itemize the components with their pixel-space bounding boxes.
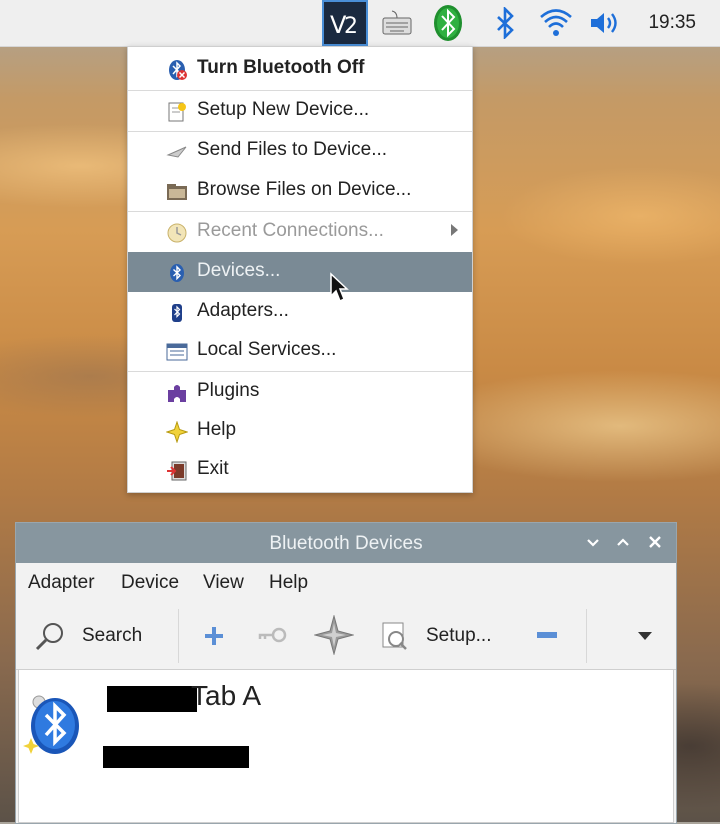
device-row[interactable]: Tab A — [19, 670, 673, 770]
keyboard-icon[interactable] — [378, 0, 416, 46]
window-titlebar[interactable]: Bluetooth Devices — [16, 523, 676, 563]
redacted-device-info — [103, 746, 249, 768]
menu-item-label: Browse Files on Device... — [197, 179, 412, 200]
clock[interactable]: 19:35 — [648, 0, 696, 46]
toolbar-separator — [586, 609, 587, 663]
menu-help[interactable]: Help — [269, 572, 308, 594]
menu-adapter[interactable]: Adapter — [28, 572, 95, 594]
exit-icon — [166, 460, 188, 482]
plus-icon — [205, 627, 223, 645]
menu-item-adapters[interactable]: Adapters... — [128, 292, 472, 332]
menu-item-setup-new-device[interactable]: Setup New Device... — [128, 91, 472, 131]
toolbar-separator — [178, 609, 179, 663]
bluetooth-icon[interactable] — [488, 0, 522, 46]
bluetooth-small-icon — [166, 262, 188, 284]
setup-device-icon — [166, 101, 188, 123]
toolbar-overflow-button[interactable] — [630, 603, 660, 669]
search-label: Search — [82, 625, 143, 646]
search-button[interactable]: Search — [30, 603, 170, 669]
window-menubar: Adapter Device View Help — [16, 563, 676, 603]
menu-item-send-files[interactable]: Send Files to Device... — [128, 131, 472, 171]
setup-icon — [382, 622, 407, 650]
adapter-icon — [166, 302, 188, 324]
menu-item-local-services[interactable]: Local Services... — [128, 331, 472, 371]
menu-item-label: Local Services... — [197, 339, 337, 360]
key-icon — [258, 627, 287, 643]
menu-item-help[interactable]: Help — [128, 411, 472, 451]
volume-icon[interactable] — [586, 0, 624, 46]
send-files-icon — [166, 141, 188, 163]
menu-item-recent-connections[interactable]: Recent Connections... — [128, 212, 472, 252]
submenu-arrow-icon — [451, 224, 458, 236]
menu-item-label: Recent Connections... — [197, 220, 384, 241]
menu-item-label: Send Files to Device... — [197, 139, 388, 160]
bluetooth-off-icon — [166, 59, 188, 81]
setup-label: Setup... — [426, 625, 492, 646]
menu-item-browse-files[interactable]: Browse Files on Device... — [128, 171, 472, 211]
setup-button[interactable]: Setup... — [378, 603, 528, 669]
menu-item-label: Setup New Device... — [197, 99, 370, 120]
device-list: Tab A — [18, 669, 674, 823]
maximize-button[interactable] — [612, 531, 634, 553]
window-title: Bluetooth Devices — [269, 533, 423, 554]
minimize-button[interactable] — [582, 531, 604, 553]
minus-icon — [537, 632, 557, 638]
top-panel: V2 19:35 — [0, 0, 720, 47]
device-name: Tab A — [191, 680, 262, 711]
remove-device-button[interactable] — [532, 603, 562, 669]
menu-device[interactable]: Device — [121, 572, 179, 594]
menu-item-label: Adapters... — [197, 300, 289, 321]
menu-item-plugins[interactable]: Plugins — [128, 372, 472, 412]
menu-item-devices[interactable]: Devices... — [128, 252, 472, 292]
menu-item-label: Exit — [197, 458, 229, 479]
star-icon — [314, 615, 354, 655]
vnc-icon[interactable]: V2 — [322, 0, 368, 46]
wifi-icon[interactable] — [538, 0, 574, 46]
menu-item-label: Plugins — [197, 380, 260, 401]
plugin-icon — [166, 382, 188, 404]
window-toolbar: Search Setup... — [16, 603, 676, 670]
bluetooth-device-icon — [23, 695, 79, 754]
search-icon — [35, 623, 63, 651]
trust-device-button[interactable] — [310, 603, 358, 669]
add-device-button[interactable] — [198, 603, 232, 669]
bluetooth-tray-icon[interactable] — [430, 0, 466, 46]
svg-text:2: 2 — [344, 14, 358, 39]
menu-item-exit[interactable]: Exit — [128, 450, 472, 490]
close-button[interactable] — [644, 531, 666, 553]
menu-item-label: Help — [197, 419, 237, 440]
folder-icon — [166, 181, 188, 203]
menu-view[interactable]: View — [203, 572, 244, 594]
pair-device-button[interactable] — [254, 603, 290, 669]
bluetooth-context-menu: Turn Bluetooth Off Setup New Device... S… — [127, 46, 473, 493]
bluetooth-devices-window: Bluetooth Devices Adapter Device View He… — [15, 522, 677, 824]
menu-item-turn-bluetooth-off[interactable]: Turn Bluetooth Off — [128, 49, 472, 89]
help-icon — [165, 420, 189, 444]
recent-connections-icon — [166, 222, 188, 244]
menu-item-label: Devices... — [197, 260, 281, 281]
mouse-cursor-icon — [329, 272, 351, 309]
menu-item-label: Turn Bluetooth Off — [197, 57, 365, 78]
redacted-device-name — [107, 686, 197, 712]
chevron-down-icon — [638, 632, 652, 640]
local-services-icon — [166, 341, 188, 363]
